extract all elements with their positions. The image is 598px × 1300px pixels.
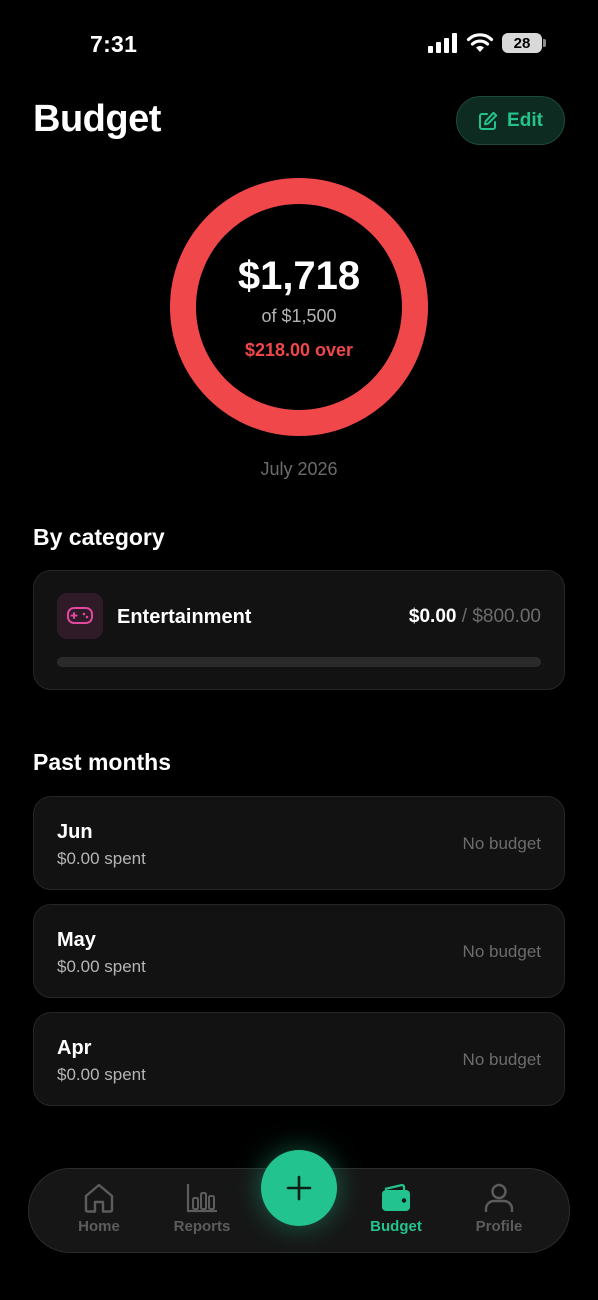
home-icon xyxy=(84,1183,114,1213)
month-spent: $0.00 spent xyxy=(57,849,146,868)
signal-icon xyxy=(428,33,457,53)
month-status: No budget xyxy=(462,1050,541,1069)
month-card-jun[interactable]: Jun $0.00 spent No budget xyxy=(33,796,565,890)
month-name: Apr xyxy=(57,1037,92,1059)
past-months-title: Past months xyxy=(33,749,172,775)
month-spent: $0.00 spent xyxy=(57,1065,146,1084)
month-name: May xyxy=(57,929,96,951)
category-amounts: $0.00 / $800.00 xyxy=(409,606,541,628)
category-card[interactable]: Entertainment $0.00 / $800.00 xyxy=(33,570,565,690)
over-amount: $218.00 over xyxy=(244,340,354,360)
add-transaction-button[interactable] xyxy=(261,1150,337,1226)
page-title: Budget xyxy=(33,98,161,140)
month-status: No budget xyxy=(462,834,541,853)
gamepad-icon xyxy=(57,593,103,639)
category-spent: $0.00 xyxy=(408,606,457,627)
month-name: Jun xyxy=(57,821,93,843)
tab-budget[interactable]: Budget xyxy=(351,1183,441,1235)
status-bar: 7:31 28 xyxy=(0,0,598,90)
battery-icon: 28 xyxy=(502,33,546,53)
bar-chart-icon xyxy=(186,1184,217,1213)
wifi-icon xyxy=(466,33,494,52)
month-card-may[interactable]: May $0.00 spent No budget xyxy=(33,904,565,998)
tab-label: Profile xyxy=(475,1218,523,1235)
status-icons: 28 xyxy=(428,33,546,53)
edit-icon xyxy=(479,111,498,130)
plus-icon xyxy=(286,1175,312,1201)
tab-label: Home xyxy=(78,1218,120,1235)
battery-level: 28 xyxy=(513,34,531,52)
month-card-apr[interactable]: Apr $0.00 spent No budget xyxy=(33,1012,565,1106)
category-progress-track xyxy=(57,657,541,667)
tab-reports[interactable]: Reports xyxy=(157,1183,247,1235)
category-limit: $800.00 xyxy=(472,606,541,627)
budget-ring: $1,718 of $1,500 $218.00 over xyxy=(170,178,428,436)
by-category-title: By category xyxy=(33,524,165,550)
month-spent: $0.00 spent xyxy=(57,957,146,976)
tab-label: Reports xyxy=(173,1218,231,1235)
spent-amount: $1,718 xyxy=(237,254,361,298)
edit-label: Edit xyxy=(507,109,543,131)
category-name: Entertainment xyxy=(117,606,252,628)
status-time: 7:31 xyxy=(90,31,138,57)
month-status: No budget xyxy=(462,942,541,961)
category-separator: / xyxy=(456,606,473,627)
budget-ring-center: $1,718 of $1,500 $218.00 over xyxy=(170,178,428,436)
tab-profile[interactable]: Profile xyxy=(454,1183,544,1235)
tab-home[interactable]: Home xyxy=(54,1183,144,1235)
edit-button[interactable]: Edit xyxy=(456,96,565,145)
wallet-icon xyxy=(382,1183,410,1211)
user-icon xyxy=(484,1183,514,1212)
budget-limit: of $1,500 xyxy=(261,306,337,326)
period-label: July 2026 xyxy=(260,459,338,479)
tab-label: Budget xyxy=(370,1218,422,1235)
